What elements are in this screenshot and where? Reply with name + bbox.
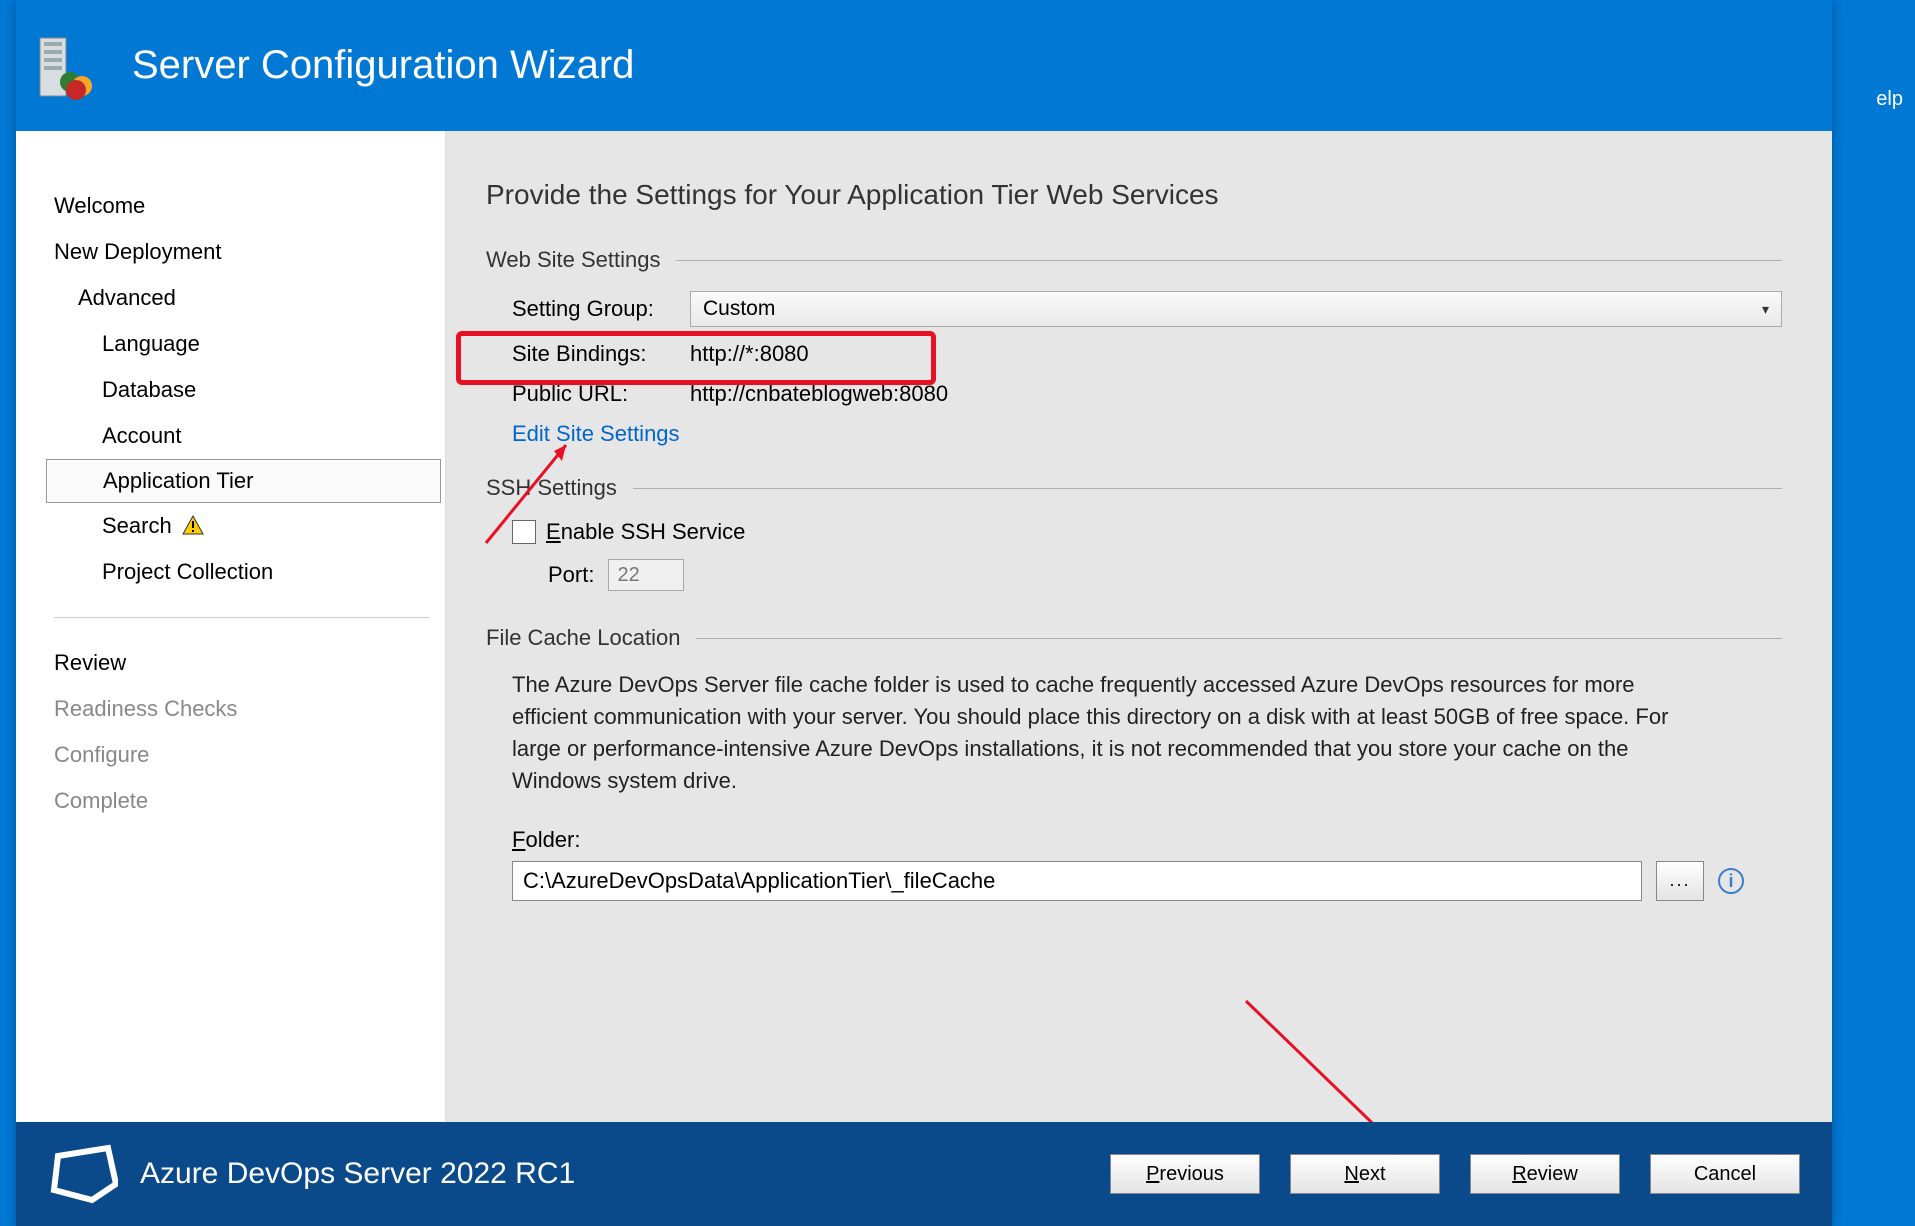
section-file-cache: File Cache Location (486, 625, 1782, 651)
browse-button[interactable]: ... (1656, 861, 1704, 901)
enable-ssh-label: Enable SSH Service (546, 519, 745, 545)
page-title: Provide the Settings for Your Applicatio… (486, 179, 1782, 211)
previous-button[interactable]: Previous (1110, 1154, 1260, 1194)
ssh-port-input (608, 559, 684, 591)
folder-input[interactable] (512, 861, 1642, 901)
info-icon[interactable]: i (1718, 868, 1744, 894)
sidebar-item-advanced[interactable]: Advanced (54, 275, 445, 321)
sidebar-item-account[interactable]: Account (54, 413, 445, 459)
next-button[interactable]: Next (1290, 1154, 1440, 1194)
public-url-value: http://cnbateblogweb:8080 (690, 381, 948, 407)
enable-ssh-checkbox[interactable] (512, 520, 536, 544)
row-setting-group: Setting Group: Custom ▾ (512, 291, 1782, 327)
sidebar-item-application-tier[interactable]: Application Tier (46, 459, 441, 503)
sidebar-item-welcome[interactable]: Welcome (54, 183, 445, 229)
server-icon (34, 32, 102, 100)
edit-site-settings-link[interactable]: Edit Site Settings (512, 421, 680, 446)
sidebar-item-language[interactable]: Language (54, 321, 445, 367)
wizard-footer: Azure DevOps Server 2022 RC1 Previous Ne… (16, 1122, 1832, 1226)
folder-label: Folder: (486, 827, 1782, 853)
sidebar-item-database[interactable]: Database (54, 367, 445, 413)
sidebar-item-configure: Configure (54, 732, 445, 778)
ssh-port-row: Port: (512, 559, 1782, 591)
annotation-arrow-next (1236, 991, 1416, 1122)
file-cache-description: The Azure DevOps Server file cache folde… (486, 669, 1716, 797)
setting-group-dropdown[interactable]: Custom ▾ (690, 291, 1782, 327)
title-text: Server Configuration Wizard (132, 43, 634, 88)
ssh-port-label: Port: (548, 562, 594, 588)
cancel-button[interactable]: Cancel (1650, 1154, 1800, 1194)
site-bindings-value: http://*:8080 (690, 341, 809, 367)
public-url-label: Public URL: (512, 381, 672, 407)
enable-ssh-row: Enable SSH Service (512, 519, 1782, 545)
review-button[interactable]: Review (1470, 1154, 1620, 1194)
sidebar-item-new-deployment[interactable]: New Deployment (54, 229, 445, 275)
section-website-settings: Web Site Settings (486, 247, 1782, 273)
site-bindings-label: Site Bindings: (512, 341, 672, 367)
row-site-bindings: Site Bindings: http://*:8080 (512, 341, 1782, 367)
sidebar-item-label: Search (102, 513, 172, 538)
footer-product-name: Azure DevOps Server 2022 RC1 (140, 1157, 1088, 1191)
sidebar-item-project-collection[interactable]: Project Collection (54, 549, 445, 595)
chevron-down-icon: ▾ (1762, 301, 1769, 318)
background-help-text: elp (1876, 88, 1903, 111)
setting-group-value: Custom (703, 297, 775, 321)
setting-group-label: Setting Group: (512, 296, 672, 322)
sidebar-item-review[interactable]: Review (54, 640, 445, 686)
row-public-url: Public URL: http://cnbateblogweb:8080 (512, 381, 1782, 407)
warning-icon (182, 515, 204, 535)
sidebar-item-search[interactable]: Search (54, 503, 445, 549)
wizard-sidebar: Welcome New Deployment Advanced Language… (16, 131, 446, 1122)
sidebar-item-readiness-checks: Readiness Checks (54, 686, 445, 732)
sidebar-item-complete: Complete (54, 778, 445, 824)
devops-logo-icon (48, 1144, 118, 1204)
section-ssh-settings: SSH Settings (486, 475, 1782, 501)
wizard-content: Provide the Settings for Your Applicatio… (446, 131, 1832, 1122)
wizard-dialog: Server Configuration Wizard Welcome New … (16, 0, 1832, 1226)
title-bar: Server Configuration Wizard (16, 0, 1832, 131)
